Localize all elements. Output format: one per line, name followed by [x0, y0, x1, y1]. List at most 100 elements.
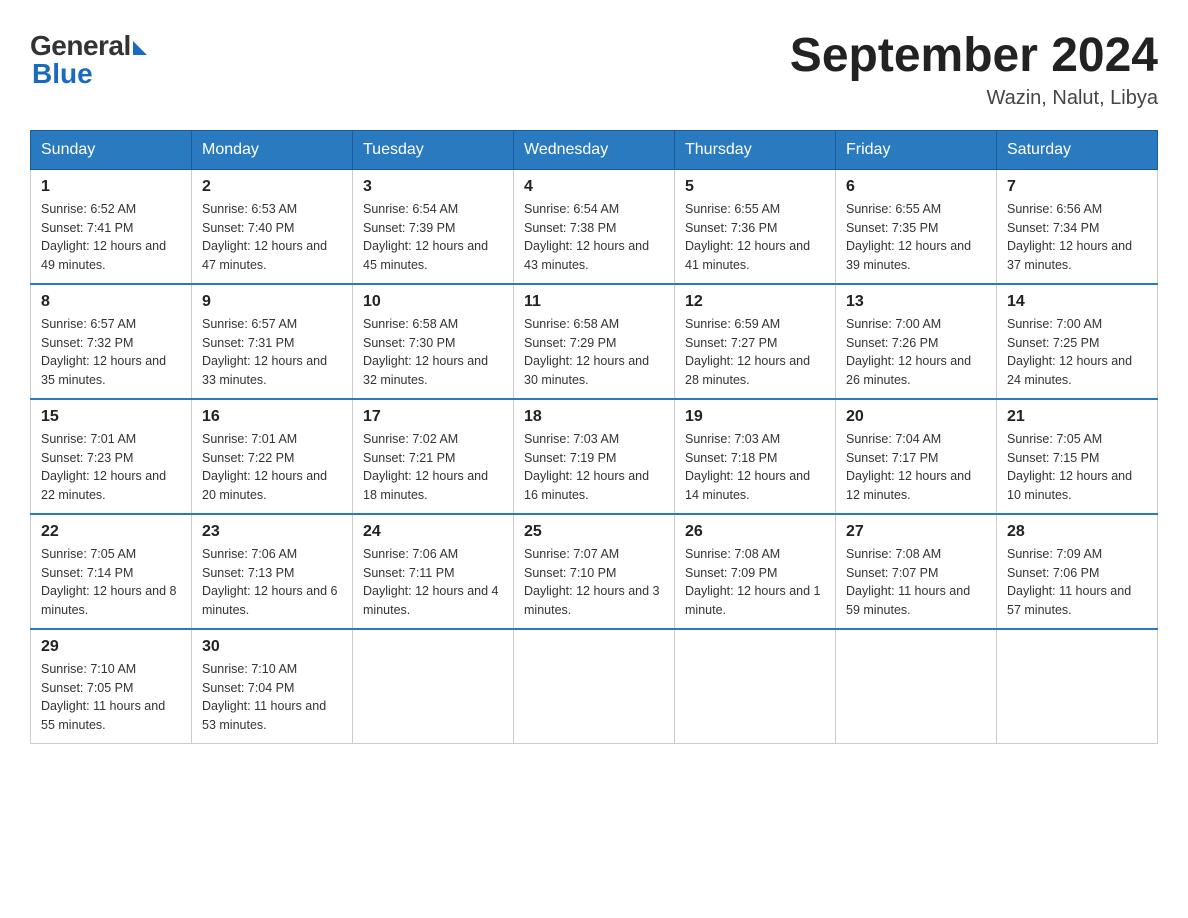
- calendar-week-row: 1Sunrise: 6:52 AMSunset: 7:41 PMDaylight…: [31, 169, 1158, 284]
- day-number: 27: [846, 523, 986, 541]
- day-info: Sunrise: 6:55 AMSunset: 7:35 PMDaylight:…: [846, 200, 986, 275]
- day-number: 26: [685, 523, 825, 541]
- day-info: Sunrise: 6:57 AMSunset: 7:31 PMDaylight:…: [202, 315, 342, 390]
- day-info: Sunrise: 7:09 AMSunset: 7:06 PMDaylight:…: [1007, 545, 1147, 620]
- day-info: Sunrise: 6:57 AMSunset: 7:32 PMDaylight:…: [41, 315, 181, 390]
- day-info: Sunrise: 6:58 AMSunset: 7:29 PMDaylight:…: [524, 315, 664, 390]
- day-info: Sunrise: 7:10 AMSunset: 7:05 PMDaylight:…: [41, 660, 181, 735]
- day-number: 14: [1007, 293, 1147, 311]
- calendar-week-row: 8 Sunrise: 6:57 AMSunset: 7:32 PMDaylight…: [31, 284, 1158, 399]
- day-number: 12: [685, 293, 825, 311]
- day-info: Sunrise: 7:06 AMSunset: 7:13 PMDaylight:…: [202, 545, 342, 620]
- day-number: 5: [685, 178, 825, 196]
- day-info: Sunrise: 6:59 AMSunset: 7:27 PMDaylight:…: [685, 315, 825, 390]
- calendar-day-cell: 3 Sunrise: 6:54 AMSunset: 7:39 PMDaylight…: [353, 169, 514, 284]
- day-info: Sunrise: 7:01 AMSunset: 7:22 PMDaylight:…: [202, 430, 342, 505]
- day-number: 9: [202, 293, 342, 311]
- day-number: 7: [1007, 178, 1147, 196]
- day-number: 8: [41, 293, 181, 311]
- calendar-day-cell: 13 Sunrise: 7:00 AMSunset: 7:26 PMDayligh…: [836, 284, 997, 399]
- calendar-header-monday: Monday: [192, 130, 353, 169]
- calendar-day-cell: 7 Sunrise: 6:56 AMSunset: 7:34 PMDaylight…: [997, 169, 1158, 284]
- calendar-day-cell: 8 Sunrise: 6:57 AMSunset: 7:32 PMDaylight…: [31, 284, 192, 399]
- day-number: 25: [524, 523, 664, 541]
- day-info: Sunrise: 6:54 AMSunset: 7:38 PMDaylight:…: [524, 200, 664, 275]
- calendar-day-cell: 28 Sunrise: 7:09 AMSunset: 7:06 PMDayligh…: [997, 514, 1158, 629]
- calendar-day-cell: 25 Sunrise: 7:07 AMSunset: 7:10 PMDayligh…: [514, 514, 675, 629]
- calendar-day-cell: 4 Sunrise: 6:54 AMSunset: 7:38 PMDaylight…: [514, 169, 675, 284]
- day-number: 18: [524, 408, 664, 426]
- calendar-day-cell: 10 Sunrise: 6:58 AMSunset: 7:30 PMDayligh…: [353, 284, 514, 399]
- day-info: Sunrise: 7:08 AMSunset: 7:09 PMDaylight:…: [685, 545, 825, 620]
- day-info: Sunrise: 7:00 AMSunset: 7:25 PMDaylight:…: [1007, 315, 1147, 390]
- day-number: 22: [41, 523, 181, 541]
- calendar-week-row: 15Sunrise: 7:01 AMSunset: 7:23 PMDayligh…: [31, 399, 1158, 514]
- calendar-week-row: 29 Sunrise: 7:10 AMSunset: 7:05 PMDayligh…: [31, 629, 1158, 744]
- calendar-day-cell: 1Sunrise: 6:52 AMSunset: 7:41 PMDaylight…: [31, 169, 192, 284]
- day-number: 21: [1007, 408, 1147, 426]
- calendar-day-cell: [836, 629, 997, 744]
- calendar-day-cell: 14 Sunrise: 7:00 AMSunset: 7:25 PMDayligh…: [997, 284, 1158, 399]
- day-info: Sunrise: 6:58 AMSunset: 7:30 PMDaylight:…: [363, 315, 503, 390]
- day-number: 13: [846, 293, 986, 311]
- day-info: Sunrise: 7:05 AMSunset: 7:15 PMDaylight:…: [1007, 430, 1147, 505]
- day-info: Sunrise: 7:08 AMSunset: 7:07 PMDaylight:…: [846, 545, 986, 620]
- calendar-header-thursday: Thursday: [675, 130, 836, 169]
- calendar-day-cell: 5 Sunrise: 6:55 AMSunset: 7:36 PMDaylight…: [675, 169, 836, 284]
- month-year-title: September 2024: [790, 30, 1158, 83]
- day-info: Sunrise: 7:01 AMSunset: 7:23 PMDaylight:…: [41, 430, 181, 505]
- calendar-day-cell: [353, 629, 514, 744]
- day-number: 2: [202, 178, 342, 196]
- calendar-day-cell: 23Sunrise: 7:06 AMSunset: 7:13 PMDayligh…: [192, 514, 353, 629]
- calendar-day-cell: 11Sunrise: 6:58 AMSunset: 7:29 PMDayligh…: [514, 284, 675, 399]
- calendar-day-cell: 19 Sunrise: 7:03 AMSunset: 7:18 PMDayligh…: [675, 399, 836, 514]
- location-subtitle: Wazin, Nalut, Libya: [790, 87, 1158, 110]
- calendar-header-saturday: Saturday: [997, 130, 1158, 169]
- day-info: Sunrise: 6:53 AMSunset: 7:40 PMDaylight:…: [202, 200, 342, 275]
- calendar-day-cell: 15Sunrise: 7:01 AMSunset: 7:23 PMDayligh…: [31, 399, 192, 514]
- logo: General Blue: [30, 30, 147, 90]
- calendar-day-cell: 27 Sunrise: 7:08 AMSunset: 7:07 PMDayligh…: [836, 514, 997, 629]
- calendar-day-cell: 24 Sunrise: 7:06 AMSunset: 7:11 PMDayligh…: [353, 514, 514, 629]
- day-number: 24: [363, 523, 503, 541]
- calendar-day-cell: 26 Sunrise: 7:08 AMSunset: 7:09 PMDayligh…: [675, 514, 836, 629]
- calendar-header-sunday: Sunday: [31, 130, 192, 169]
- calendar-day-cell: 20Sunrise: 7:04 AMSunset: 7:17 PMDayligh…: [836, 399, 997, 514]
- logo-blue-text: Blue: [30, 58, 93, 90]
- page-header: General Blue September 2024 Wazin, Nalut…: [30, 30, 1158, 110]
- day-info: Sunrise: 7:03 AMSunset: 7:18 PMDaylight:…: [685, 430, 825, 505]
- calendar-week-row: 22 Sunrise: 7:05 AMSunset: 7:14 PMDayligh…: [31, 514, 1158, 629]
- day-info: Sunrise: 6:54 AMSunset: 7:39 PMDaylight:…: [363, 200, 503, 275]
- day-number: 3: [363, 178, 503, 196]
- calendar-day-cell: 12 Sunrise: 6:59 AMSunset: 7:27 PMDayligh…: [675, 284, 836, 399]
- day-number: 29: [41, 638, 181, 656]
- calendar-day-cell: [675, 629, 836, 744]
- calendar-table: SundayMondayTuesdayWednesdayThursdayFrid…: [30, 130, 1158, 744]
- day-number: 6: [846, 178, 986, 196]
- calendar-header-tuesday: Tuesday: [353, 130, 514, 169]
- day-info: Sunrise: 6:56 AMSunset: 7:34 PMDaylight:…: [1007, 200, 1147, 275]
- title-block: September 2024 Wazin, Nalut, Libya: [790, 30, 1158, 110]
- calendar-day-cell: 16Sunrise: 7:01 AMSunset: 7:22 PMDayligh…: [192, 399, 353, 514]
- calendar-header-row: SundayMondayTuesdayWednesdayThursdayFrid…: [31, 130, 1158, 169]
- calendar-day-cell: 21 Sunrise: 7:05 AMSunset: 7:15 PMDayligh…: [997, 399, 1158, 514]
- day-info: Sunrise: 7:05 AMSunset: 7:14 PMDaylight:…: [41, 545, 181, 620]
- day-number: 30: [202, 638, 342, 656]
- day-info: Sunrise: 7:00 AMSunset: 7:26 PMDaylight:…: [846, 315, 986, 390]
- day-number: 4: [524, 178, 664, 196]
- calendar-day-cell: 29 Sunrise: 7:10 AMSunset: 7:05 PMDayligh…: [31, 629, 192, 744]
- day-number: 28: [1007, 523, 1147, 541]
- day-info: Sunrise: 6:52 AMSunset: 7:41 PMDaylight:…: [41, 200, 181, 275]
- day-info: Sunrise: 7:07 AMSunset: 7:10 PMDaylight:…: [524, 545, 664, 620]
- calendar-day-cell: 17 Sunrise: 7:02 AMSunset: 7:21 PMDayligh…: [353, 399, 514, 514]
- day-info: Sunrise: 7:04 AMSunset: 7:17 PMDaylight:…: [846, 430, 986, 505]
- calendar-day-cell: 6 Sunrise: 6:55 AMSunset: 7:35 PMDaylight…: [836, 169, 997, 284]
- day-number: 19: [685, 408, 825, 426]
- day-info: Sunrise: 6:55 AMSunset: 7:36 PMDaylight:…: [685, 200, 825, 275]
- day-info: Sunrise: 7:02 AMSunset: 7:21 PMDaylight:…: [363, 430, 503, 505]
- day-number: 17: [363, 408, 503, 426]
- calendar-header-wednesday: Wednesday: [514, 130, 675, 169]
- day-info: Sunrise: 7:10 AMSunset: 7:04 PMDaylight:…: [202, 660, 342, 735]
- day-number: 10: [363, 293, 503, 311]
- day-info: Sunrise: 7:06 AMSunset: 7:11 PMDaylight:…: [363, 545, 503, 620]
